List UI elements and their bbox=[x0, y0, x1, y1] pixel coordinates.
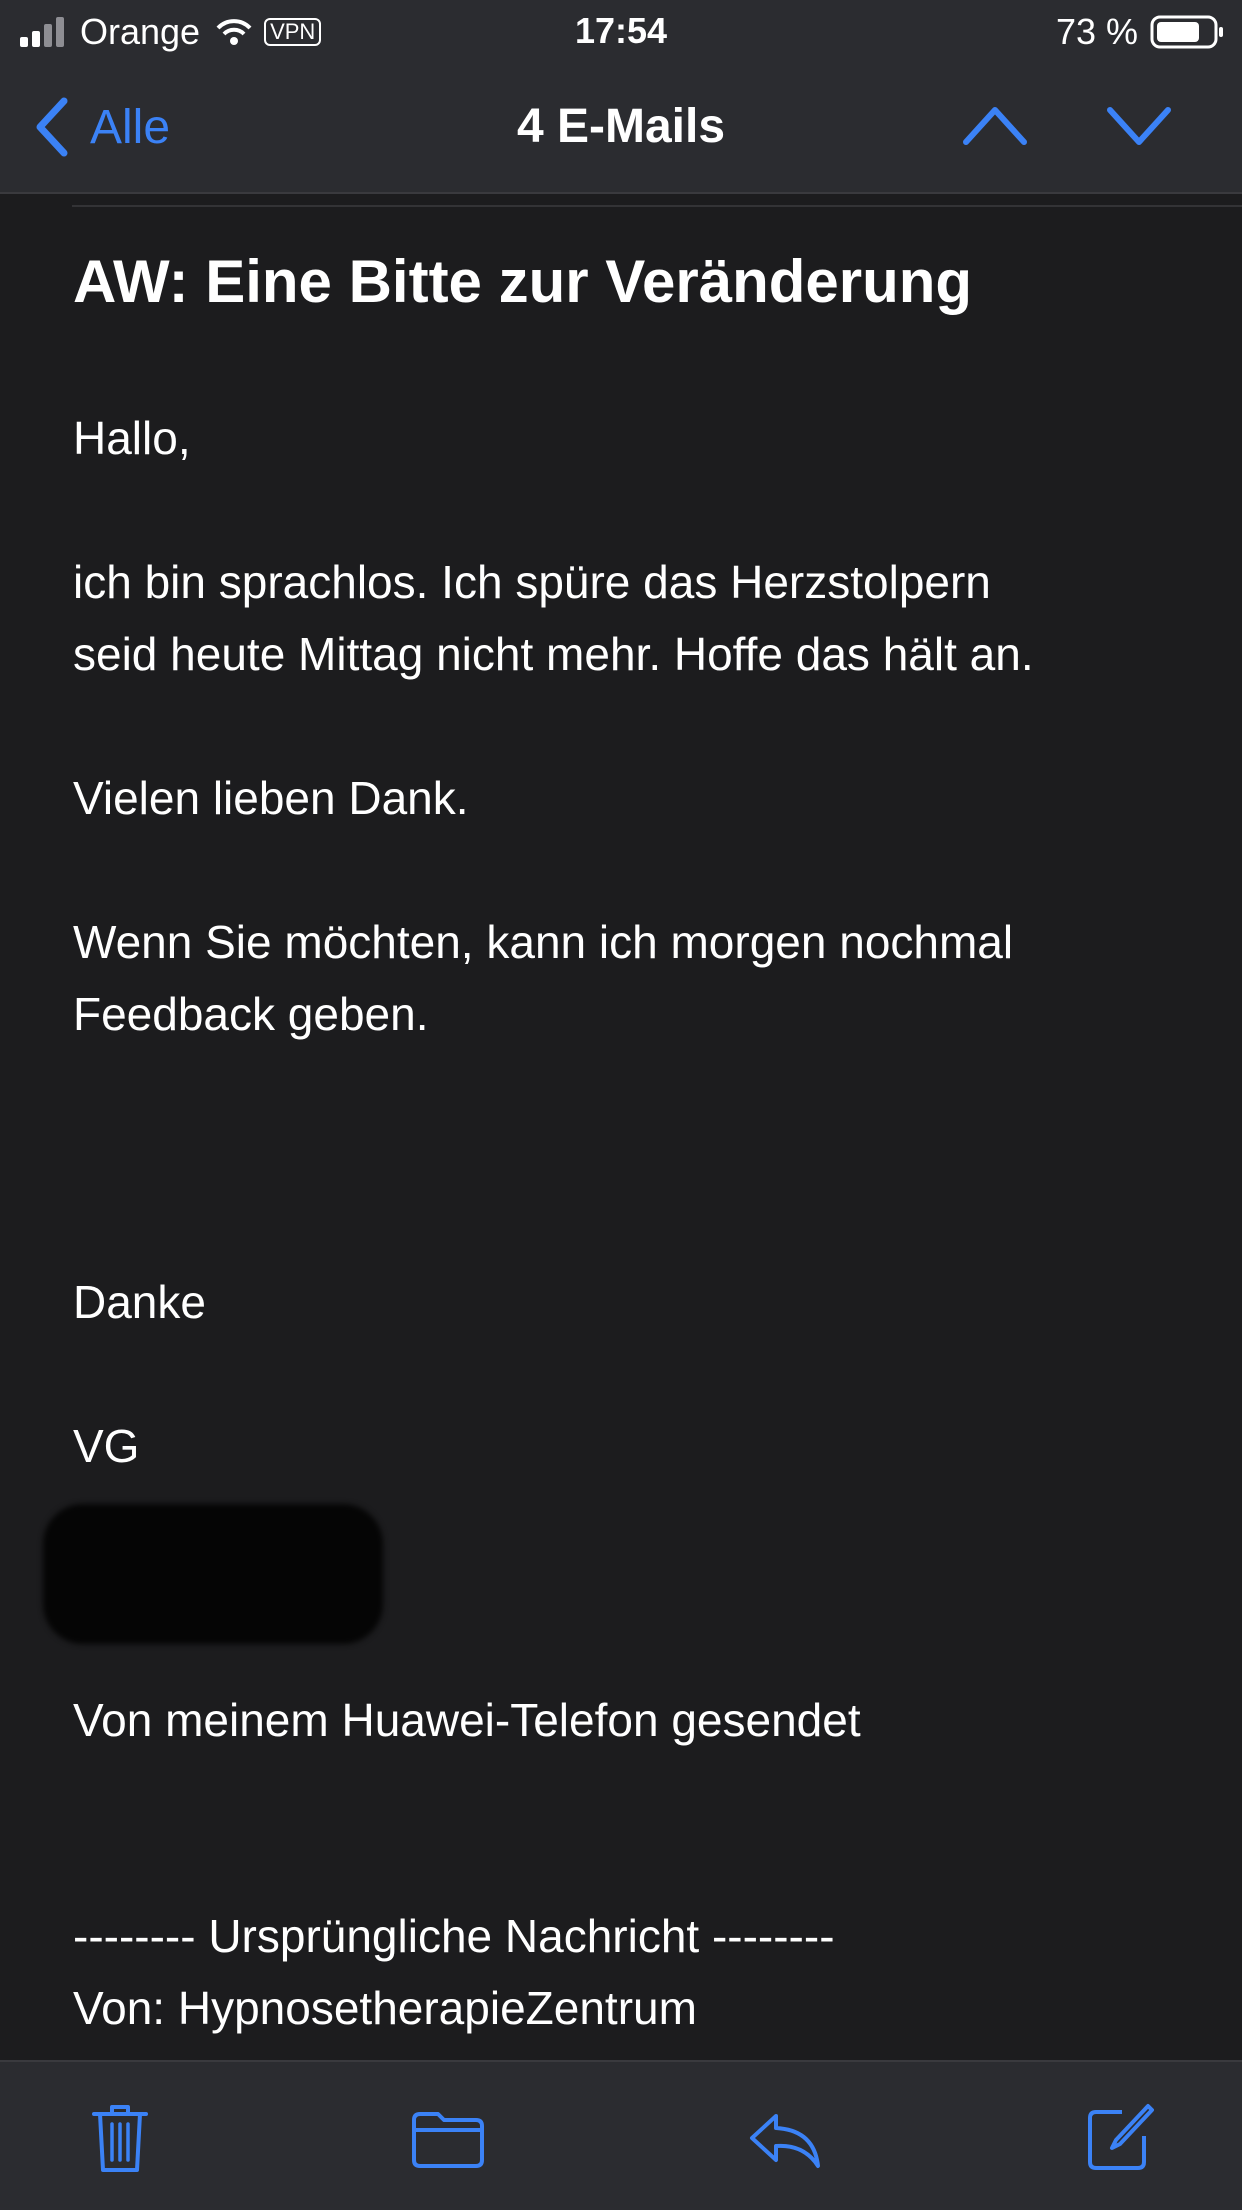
sign-text: VG bbox=[73, 1420, 140, 1472]
back-label: Alle bbox=[90, 100, 171, 154]
battery-icon bbox=[1150, 15, 1223, 49]
signature-footer: Von meinem Huawei-Telefon gesendet bbox=[73, 1694, 861, 1746]
folder-icon bbox=[412, 2112, 484, 2168]
status-bar: Orange VPN 17:54 73 % bbox=[0, 0, 1242, 62]
original-message-header: -------- Ursprüngliche Nachricht -------… bbox=[73, 1910, 835, 1962]
compose-button[interactable] bbox=[1086, 2102, 1154, 2177]
reply-icon bbox=[750, 2114, 820, 2168]
reply-button[interactable] bbox=[748, 2112, 822, 2175]
chevron-left-icon bbox=[36, 97, 68, 157]
nav-title: 4 E-Mails bbox=[516, 100, 726, 153]
delete-button[interactable] bbox=[90, 2102, 150, 2179]
email-body: AW: Eine Bitte zur Veränderung Hallo, ic… bbox=[43, 242, 1183, 2044]
move-button[interactable] bbox=[410, 2110, 486, 2175]
closing-text: Danke bbox=[73, 1276, 206, 1328]
previous-email-button[interactable] bbox=[960, 98, 1030, 159]
navigation-bar: Alle 4 E-Mails bbox=[0, 62, 1242, 194]
thanks-text: Vielen lieben Dank. bbox=[73, 772, 469, 824]
status-right: 73 % bbox=[1056, 10, 1226, 54]
back-button[interactable]: Alle bbox=[34, 92, 170, 162]
bottom-toolbar bbox=[0, 2060, 1242, 2210]
original-from: Von: HypnosetherapieZentrum bbox=[73, 1982, 697, 2034]
chevron-up-icon bbox=[963, 107, 1027, 145]
battery-percent: 73 % bbox=[1055, 11, 1138, 52]
trash-icon bbox=[92, 2105, 148, 2172]
body-line-2: seid heute Mittag nicht mehr. Hoffe das … bbox=[73, 628, 1034, 680]
email-subject: AW: Eine Bitte zur Veränderung bbox=[73, 248, 973, 315]
feedback-line-2: Feedback geben. bbox=[73, 988, 429, 1040]
body-line-1: ich bin sprachlos. Ich spüre das Herzsto… bbox=[73, 556, 991, 608]
redacted-name bbox=[43, 1504, 383, 1644]
next-email-button[interactable] bbox=[1104, 98, 1174, 159]
header-divider bbox=[72, 205, 1242, 207]
chevron-down-icon bbox=[1107, 107, 1171, 145]
greeting-text: Hallo, bbox=[73, 412, 191, 464]
feedback-line-1: Wenn Sie möchten, kann ich morgen nochma… bbox=[73, 916, 1014, 968]
compose-icon bbox=[1088, 2104, 1154, 2170]
